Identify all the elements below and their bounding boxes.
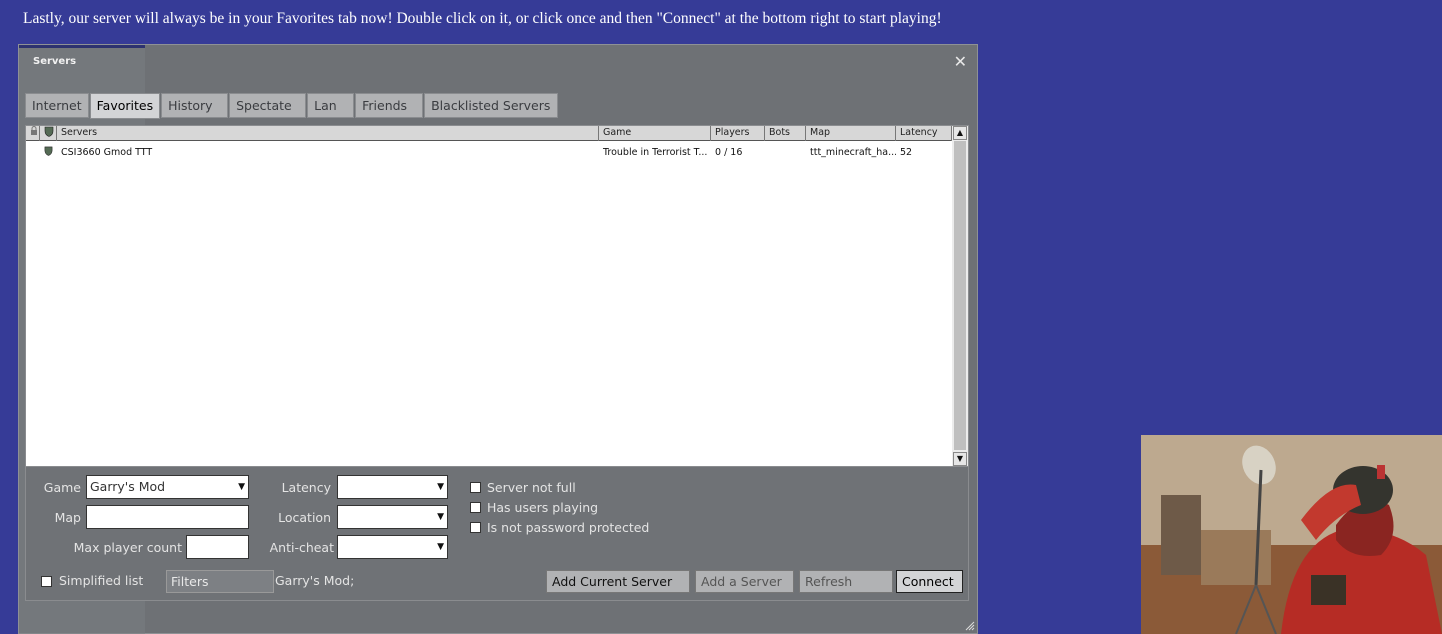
- tab-spectate[interactable]: Spectate: [229, 93, 307, 118]
- not-password-protected-checkbox[interactable]: [470, 522, 481, 533]
- tab-internet[interactable]: Internet: [25, 93, 89, 118]
- has-users-playing-checkbox[interactable]: [470, 502, 481, 513]
- column-players[interactable]: Players: [711, 126, 765, 141]
- map-input[interactable]: [86, 505, 249, 529]
- filter-panel: Game Garry's Mod ▼ Map Max player count …: [25, 467, 969, 601]
- server-shield-icon: [26, 146, 57, 160]
- server-players: 0 / 16: [715, 147, 743, 158]
- game-label: Game: [43, 480, 81, 495]
- tab-favorites[interactable]: Favorites: [89, 93, 161, 119]
- max-player-input[interactable]: [186, 535, 249, 559]
- refresh-button[interactable]: Refresh: [799, 570, 893, 593]
- vertical-scrollbar[interactable]: ▲ ▼: [952, 126, 968, 466]
- has-users-playing-label: Has users playing: [487, 500, 599, 515]
- table-row[interactable]: CSI3660 Gmod TTT Trouble in Terrorist T.…: [26, 146, 952, 160]
- tab-bar: Internet Favorites History Spectate Lan …: [25, 93, 559, 119]
- scroll-thumb[interactable]: [954, 141, 966, 450]
- chevron-down-icon: ▼: [437, 512, 444, 522]
- chevron-down-icon: ▼: [238, 482, 245, 492]
- column-servers[interactable]: Servers: [57, 126, 599, 141]
- resize-grip-icon[interactable]: [965, 621, 975, 631]
- soldier-saluting-image: [1141, 435, 1442, 634]
- game-select[interactable]: Garry's Mod ▼: [86, 475, 249, 499]
- tab-lan[interactable]: Lan: [307, 93, 355, 118]
- shield-icon[interactable]: [40, 126, 57, 141]
- simplified-list-checkbox[interactable]: [41, 576, 52, 587]
- add-a-server-button[interactable]: Add a Server: [695, 570, 794, 593]
- filter-summary: Garry's Mod;: [275, 573, 355, 588]
- max-player-label: Max player count: [73, 540, 182, 555]
- connect-button[interactable]: Connect: [896, 570, 963, 593]
- chevron-down-icon: ▼: [437, 542, 444, 552]
- instruction-text: Lastly, our server will always be in you…: [23, 10, 942, 27]
- tab-friends[interactable]: Friends: [355, 93, 424, 118]
- server-list[interactable]: Servers Game Players Bots Map Latency CS…: [25, 125, 969, 467]
- tab-history[interactable]: History: [161, 93, 229, 118]
- column-map[interactable]: Map: [806, 126, 896, 141]
- server-latency: 52: [900, 147, 913, 158]
- anticheat-select[interactable]: ▼: [337, 535, 448, 559]
- server-not-full-checkbox[interactable]: [470, 482, 481, 493]
- add-current-server-button[interactable]: Add Current Server: [546, 570, 690, 593]
- window-title: Servers: [33, 56, 77, 67]
- server-game: Trouble in Terrorist T...: [603, 147, 708, 158]
- server-browser-window: Servers ✕ Internet Favorites History Spe…: [18, 44, 978, 634]
- server-not-full-label: Server not full: [487, 480, 576, 495]
- tab-blacklisted-servers[interactable]: Blacklisted Servers: [424, 93, 559, 118]
- column-game[interactable]: Game: [599, 126, 711, 141]
- not-password-protected-label: Is not password protected: [487, 520, 650, 535]
- list-header: Servers Game Players Bots Map Latency: [26, 126, 952, 141]
- scroll-down-icon[interactable]: ▼: [953, 452, 967, 466]
- server-name: CSI3660 Gmod TTT: [61, 147, 153, 158]
- column-bots[interactable]: Bots: [765, 126, 806, 141]
- filters-button[interactable]: Filters: [166, 570, 274, 593]
- background-ghost-strip: [19, 45, 145, 48]
- scroll-up-icon[interactable]: ▲: [953, 126, 967, 140]
- game-select-value: Garry's Mod: [90, 479, 166, 494]
- lock-icon[interactable]: [26, 126, 40, 141]
- close-icon[interactable]: ✕: [954, 52, 967, 71]
- latency-label: Latency: [281, 480, 331, 495]
- server-map: ttt_minecraft_ha...: [810, 147, 896, 158]
- location-label: Location: [278, 510, 331, 525]
- simplified-list-label: Simplified list: [59, 573, 144, 588]
- server-bots: [765, 146, 806, 160]
- chevron-down-icon: ▼: [437, 482, 444, 492]
- map-label: Map: [54, 510, 81, 525]
- latency-select[interactable]: ▼: [337, 475, 448, 499]
- location-select[interactable]: ▼: [337, 505, 448, 529]
- anticheat-label: Anti-cheat: [269, 540, 334, 555]
- column-latency[interactable]: Latency: [896, 126, 952, 141]
